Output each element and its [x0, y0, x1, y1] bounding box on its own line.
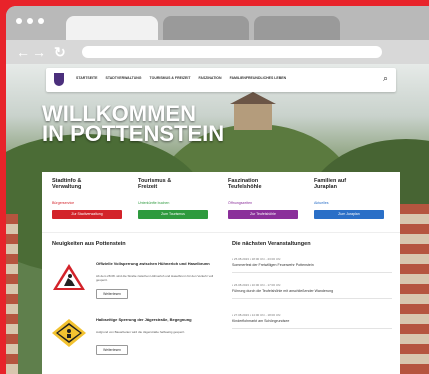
- search-icon[interactable]: ⌕: [383, 73, 388, 84]
- event-item[interactable]: ▪ 26.08.2023 ▪ 10:00 Uhr - 17:00 Uhr Füh…: [232, 283, 392, 299]
- maximize-dot[interactable]: [38, 18, 44, 24]
- news-title[interactable]: Halbseitige Sperrung der Jägerstraße, Be…: [96, 317, 216, 322]
- arrow-left-icon[interactable]: ←: [16, 44, 30, 60]
- news-text: Ab dem 28.08. wird die Straße zwischen H…: [96, 274, 214, 282]
- event-item[interactable]: ▪ 27.08.2023 ▪ 14:00 Uhr - 18:00 Uhr Kin…: [232, 313, 392, 329]
- address-bar[interactable]: [82, 46, 382, 58]
- event-title[interactable]: Sommerfest der Freiwilligen Feuerwehr Po…: [232, 263, 392, 268]
- web-page: STARTSEITE STADTVERWALTUNG TOURISMUS & F…: [6, 64, 429, 374]
- category-tourism: Tourismus & Freizeit Unterkünfte buchen …: [138, 178, 218, 219]
- arrow-right-icon[interactable]: →: [32, 44, 46, 60]
- warning-sign-icon: [52, 319, 86, 347]
- nav-link-tourism[interactable]: TOURISMUS & FREIZEIT: [150, 76, 191, 80]
- castle-image: [230, 92, 276, 130]
- reload-icon[interactable]: ↻: [54, 44, 66, 60]
- window-controls: [16, 18, 44, 24]
- divider: [232, 327, 392, 329]
- news-item: Offizielle Vollsperrung zwischen Hühnerl…: [52, 261, 222, 316]
- close-dot[interactable]: [16, 18, 22, 24]
- town-roofs: [6, 214, 18, 374]
- town-roofs: [399, 204, 429, 374]
- event-meta: ▪ 25.08.2023 ▪ 18:00 Uhr - 23:00 Uhr: [232, 257, 281, 261]
- divider: [232, 297, 392, 299]
- news-title[interactable]: Offizielle Vollsperrung zwischen Hühnerl…: [96, 261, 216, 266]
- event-meta: ▪ 26.08.2023 ▪ 10:00 Uhr - 17:00 Uhr: [232, 283, 281, 287]
- category-link[interactable]: Aktuelles: [314, 201, 394, 205]
- news-text: Aufgrund von Bauarbeiten wird die Jägers…: [96, 330, 186, 334]
- construction-sign-icon: [53, 264, 85, 290]
- events-section-title: Die nächsten Veranstaltungen: [232, 241, 311, 247]
- category-button[interactable]: Zur Teufelshöhle: [228, 210, 298, 219]
- news-item: Halbseitige Sperrung der Jägerstraße, Be…: [52, 317, 222, 372]
- category-link[interactable]: Unterkünfte buchen: [138, 201, 218, 205]
- category-family: Familien auf Juraplan Aktuelles Zum Jura…: [314, 178, 394, 219]
- nav-link-administration[interactable]: STADTVERWALTUNG: [106, 76, 142, 80]
- site-navigation: STARTSEITE STADTVERWALTUNG TOURISMUS & F…: [46, 68, 396, 92]
- category-link[interactable]: Öffnungszeiten: [228, 201, 308, 205]
- category-button[interactable]: Zum Tourismus: [138, 210, 208, 219]
- category-administration: Stadtinfo & Verwaltung Bürgerservice Zur…: [52, 178, 132, 219]
- nav-link-family[interactable]: FAMILIENFREUNDLICHES LEBEN: [230, 76, 287, 80]
- category-title: Tourismus & Freizeit: [138, 178, 172, 190]
- category-button[interactable]: Zum Juraplan: [314, 210, 384, 219]
- hero-title: WILLKOMMEN IN POTTENSTEIN: [42, 103, 225, 146]
- news-section-title: Neuigkeiten aus Pottenstein: [52, 241, 126, 247]
- minimize-dot[interactable]: [27, 18, 33, 24]
- category-cave: Faszination Teufelshöhle Öffnungszeiten …: [228, 178, 308, 219]
- nav-link-fascination[interactable]: FASZINATION: [198, 76, 221, 80]
- category-card: Stadtinfo & Verwaltung Bürgerservice Zur…: [42, 172, 400, 232]
- category-title: Stadtinfo & Verwaltung: [52, 178, 82, 190]
- category-link[interactable]: Bürgerservice: [52, 201, 132, 205]
- hero-line-2: IN POTTENSTEIN: [42, 121, 225, 146]
- event-title[interactable]: Führung durch die Teufelshöhle mit ansch…: [232, 289, 392, 294]
- nav-link-home[interactable]: STARTSEITE: [76, 76, 98, 80]
- crest-logo[interactable]: [54, 73, 64, 86]
- category-title: Familien auf Juraplan: [314, 178, 347, 190]
- browser-toolbar: ← → ↻: [6, 40, 429, 64]
- read-more-button[interactable]: Weiterlesen: [96, 345, 128, 355]
- divider: [232, 271, 392, 273]
- browser-window: ← → ↻ STARTSEITE STADTVERWALTUNG TOURISM…: [6, 6, 429, 374]
- event-title[interactable]: Kinderflohmarkt am Schöngrundsee: [232, 319, 392, 324]
- category-title: Faszination Teufelshöhle: [228, 178, 262, 190]
- main-content: Neuigkeiten aus Pottenstein Offizielle V…: [42, 232, 400, 374]
- event-meta: ▪ 27.08.2023 ▪ 14:00 Uhr - 18:00 Uhr: [232, 313, 281, 317]
- nav-links: STARTSEITE STADTVERWALTUNG TOURISMUS & F…: [76, 76, 286, 80]
- category-button[interactable]: Zur Stadtverwaltung: [52, 210, 122, 219]
- tab-bar: [6, 6, 429, 44]
- read-more-button[interactable]: Weiterlesen: [96, 289, 128, 299]
- event-item[interactable]: ▪ 25.08.2023 ▪ 18:00 Uhr - 23:00 Uhr Som…: [232, 257, 392, 273]
